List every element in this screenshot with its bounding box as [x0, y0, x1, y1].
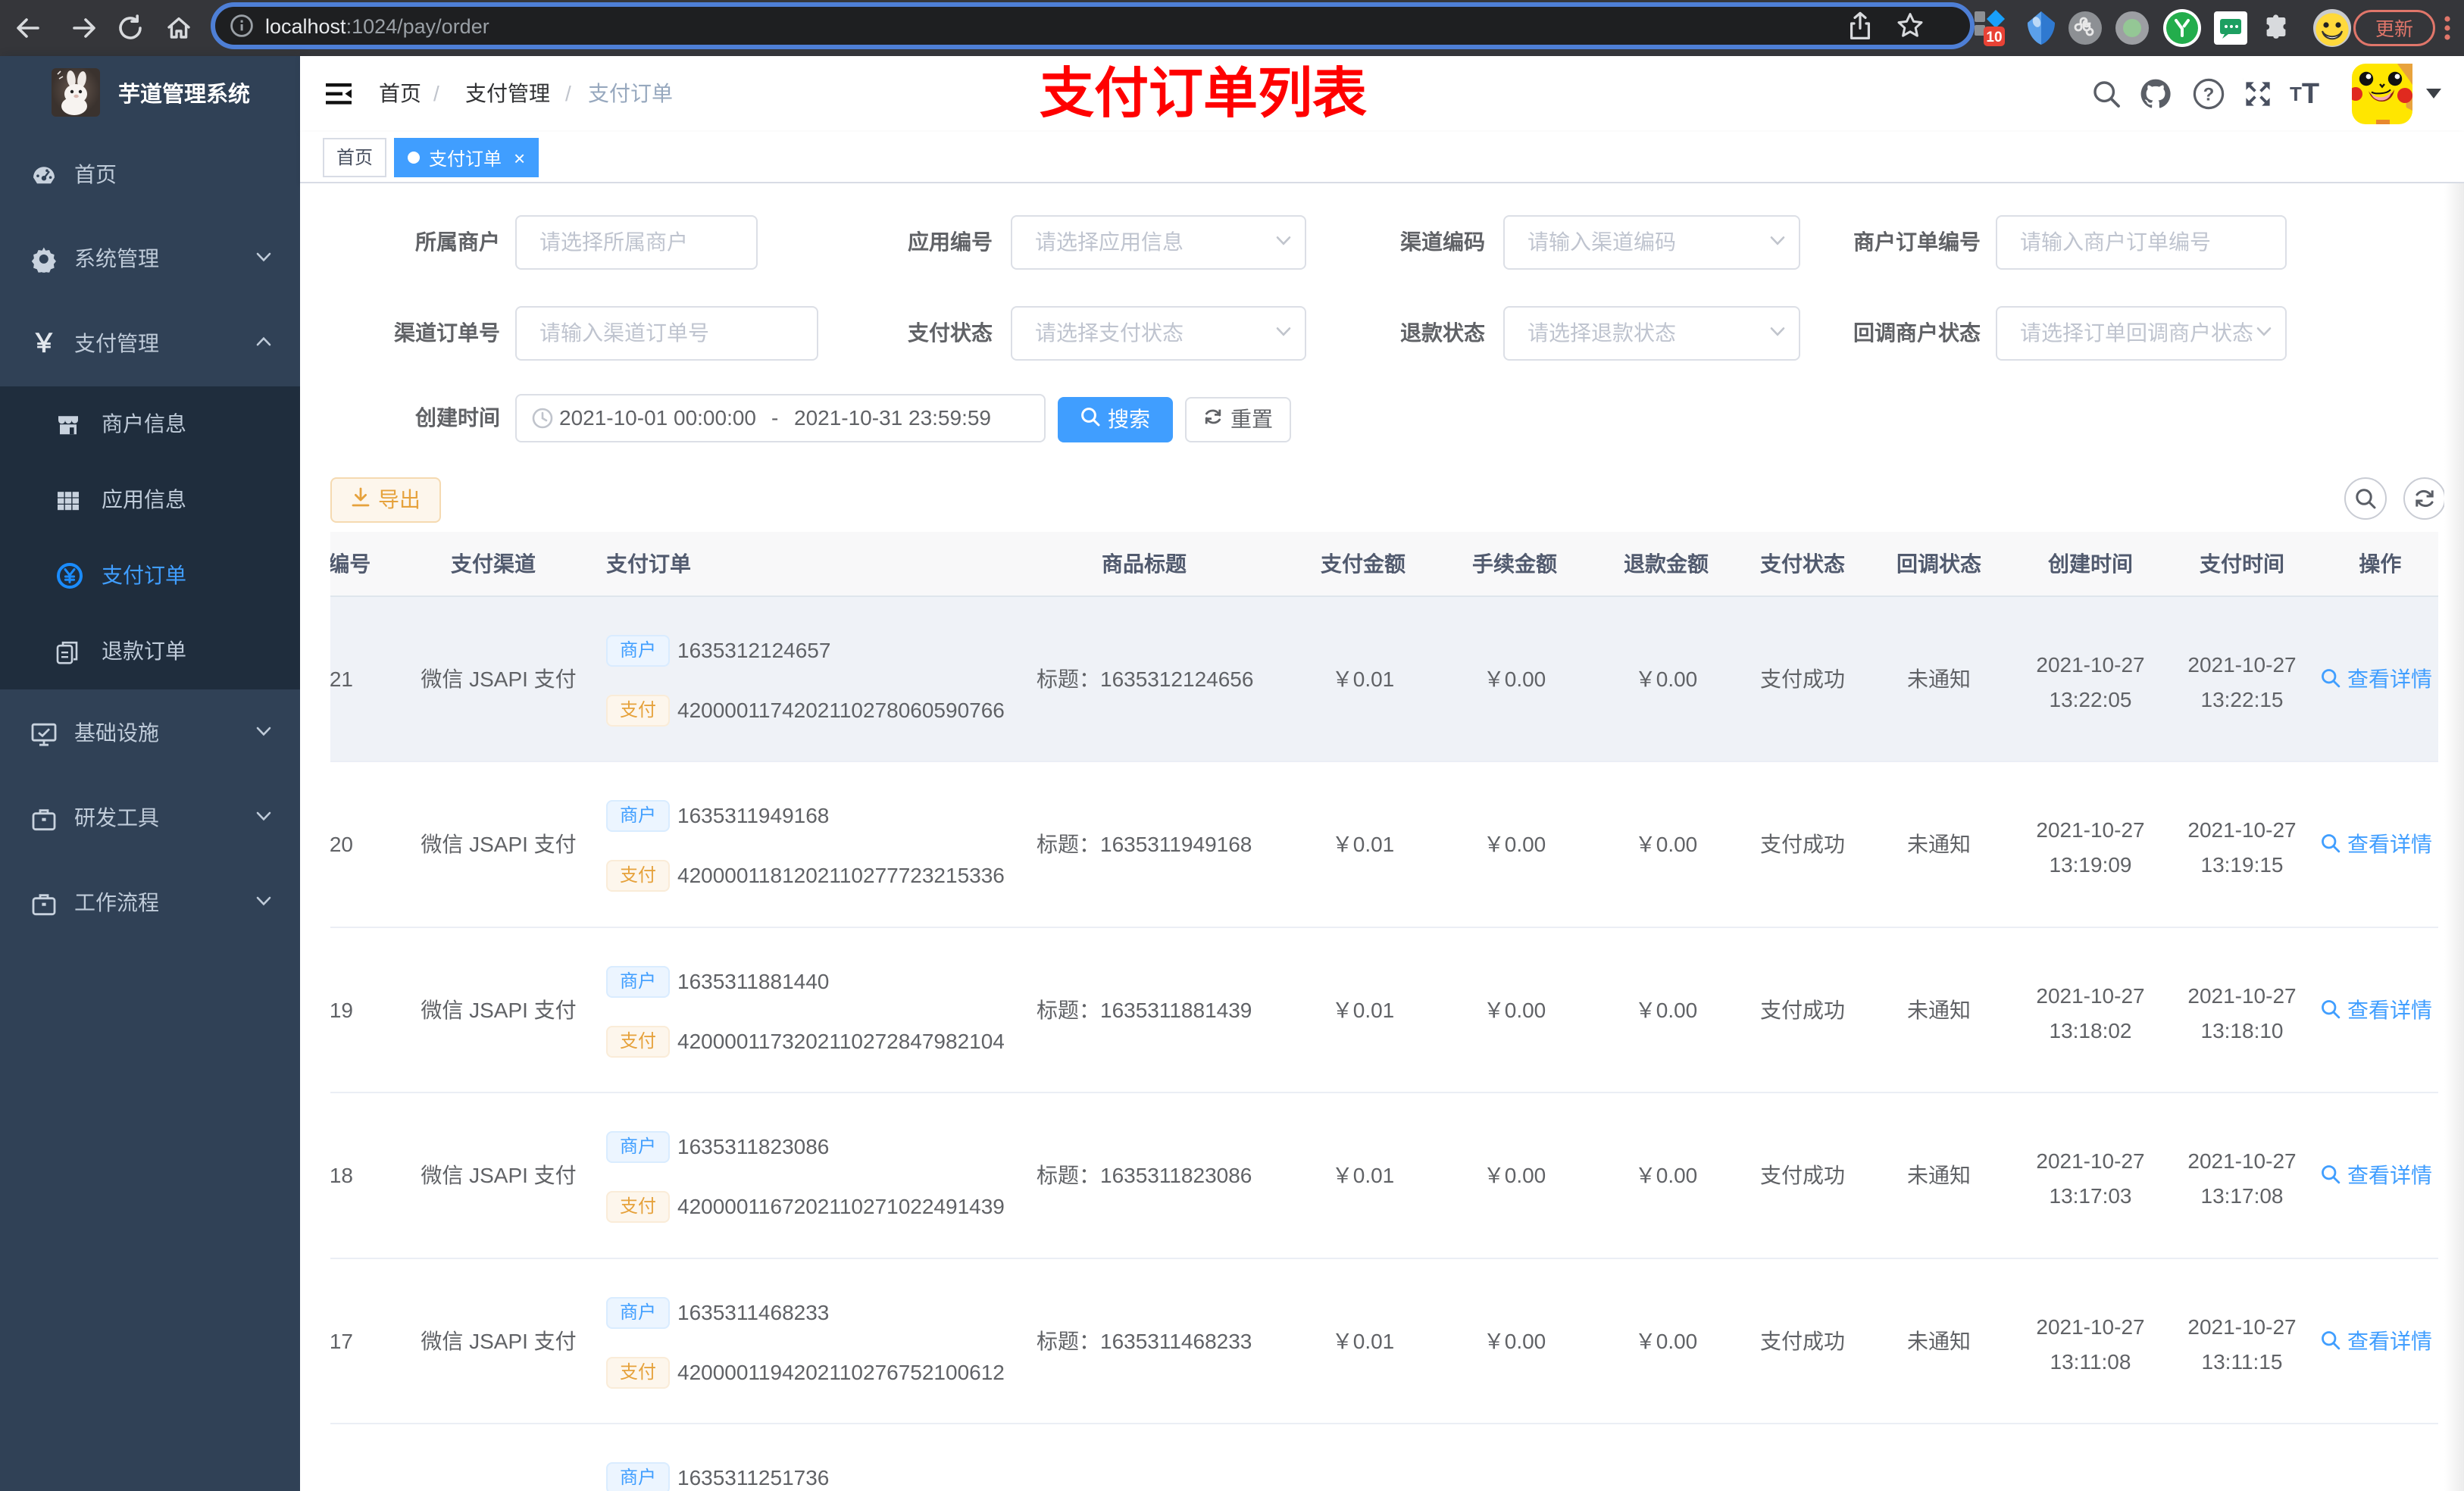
- svg-text:?: ?: [2203, 85, 2215, 105]
- svg-text:10: 10: [1986, 30, 2002, 45]
